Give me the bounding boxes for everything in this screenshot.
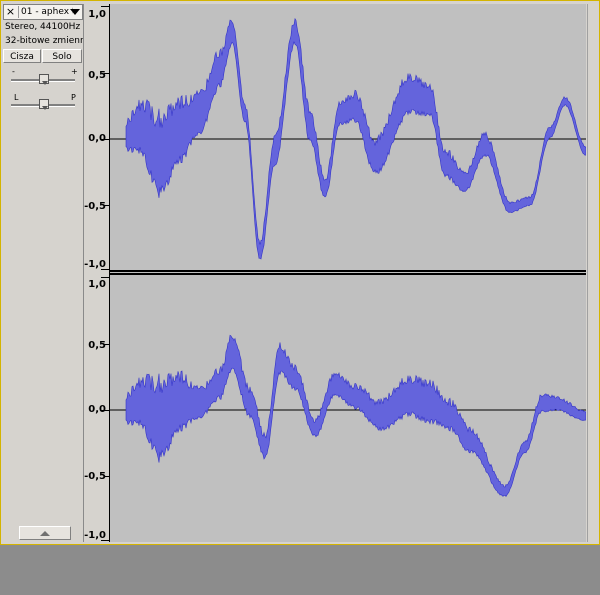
track-right-edge xyxy=(587,4,599,542)
ruler-tick xyxy=(101,277,109,278)
track-title-bar: × 01 - aphex t xyxy=(3,4,83,20)
ruler-label-neg-half: -0,5 xyxy=(84,471,106,482)
pan-right-label: P xyxy=(71,93,76,102)
close-track-button[interactable]: × xyxy=(5,6,16,18)
ruler-label-neg-half: -0,5 xyxy=(84,201,106,212)
audio-track-window: × 01 - aphex t Stereo, 44100Hz 32-bitowe… xyxy=(0,0,600,545)
gain-minus-label: - xyxy=(12,67,15,76)
ruler-label-top: 1,0 xyxy=(88,9,106,20)
track-control-panel: × 01 - aphex t Stereo, 44100Hz 32-bitowe… xyxy=(3,4,84,542)
track-menu-dropdown-icon[interactable] xyxy=(70,9,80,15)
pan-slider-thumb[interactable] xyxy=(39,99,49,110)
ruler-label-half: 0,5 xyxy=(88,340,106,351)
track-bit-depth-info: 32-bitowe zmienne xyxy=(5,36,83,46)
amplitude-ruler: 1,0 0,5 0,0 -0,5 -1,0 1,0 0,5 0,0 -0,5 -… xyxy=(84,4,110,542)
channel-separator xyxy=(110,270,586,275)
ruler-label-top: 1,0 xyxy=(88,279,106,290)
waveform-area[interactable] xyxy=(110,4,587,542)
gain-slider-thumb[interactable] xyxy=(39,74,49,85)
right-channel-waveform xyxy=(125,334,587,497)
collapse-track-button[interactable] xyxy=(19,526,71,540)
track-format-info: Stereo, 44100Hz xyxy=(5,22,81,32)
solo-button[interactable]: Solo xyxy=(42,49,82,63)
ruler-label-bottom: -1,0 xyxy=(84,259,106,270)
gain-plus-label: + xyxy=(71,67,78,76)
ruler-label-bottom: -1,0 xyxy=(84,530,106,541)
ruler-label-half: 0,5 xyxy=(88,70,106,81)
ruler-tick xyxy=(101,6,109,7)
ruler-label-zero: 0,0 xyxy=(88,404,106,415)
pan-left-label: L xyxy=(14,93,19,102)
track-name-menu[interactable]: 01 - aphex t xyxy=(18,6,73,18)
mute-button[interactable]: Cisza xyxy=(3,49,41,63)
ruler-label-zero: 0,0 xyxy=(88,133,106,144)
